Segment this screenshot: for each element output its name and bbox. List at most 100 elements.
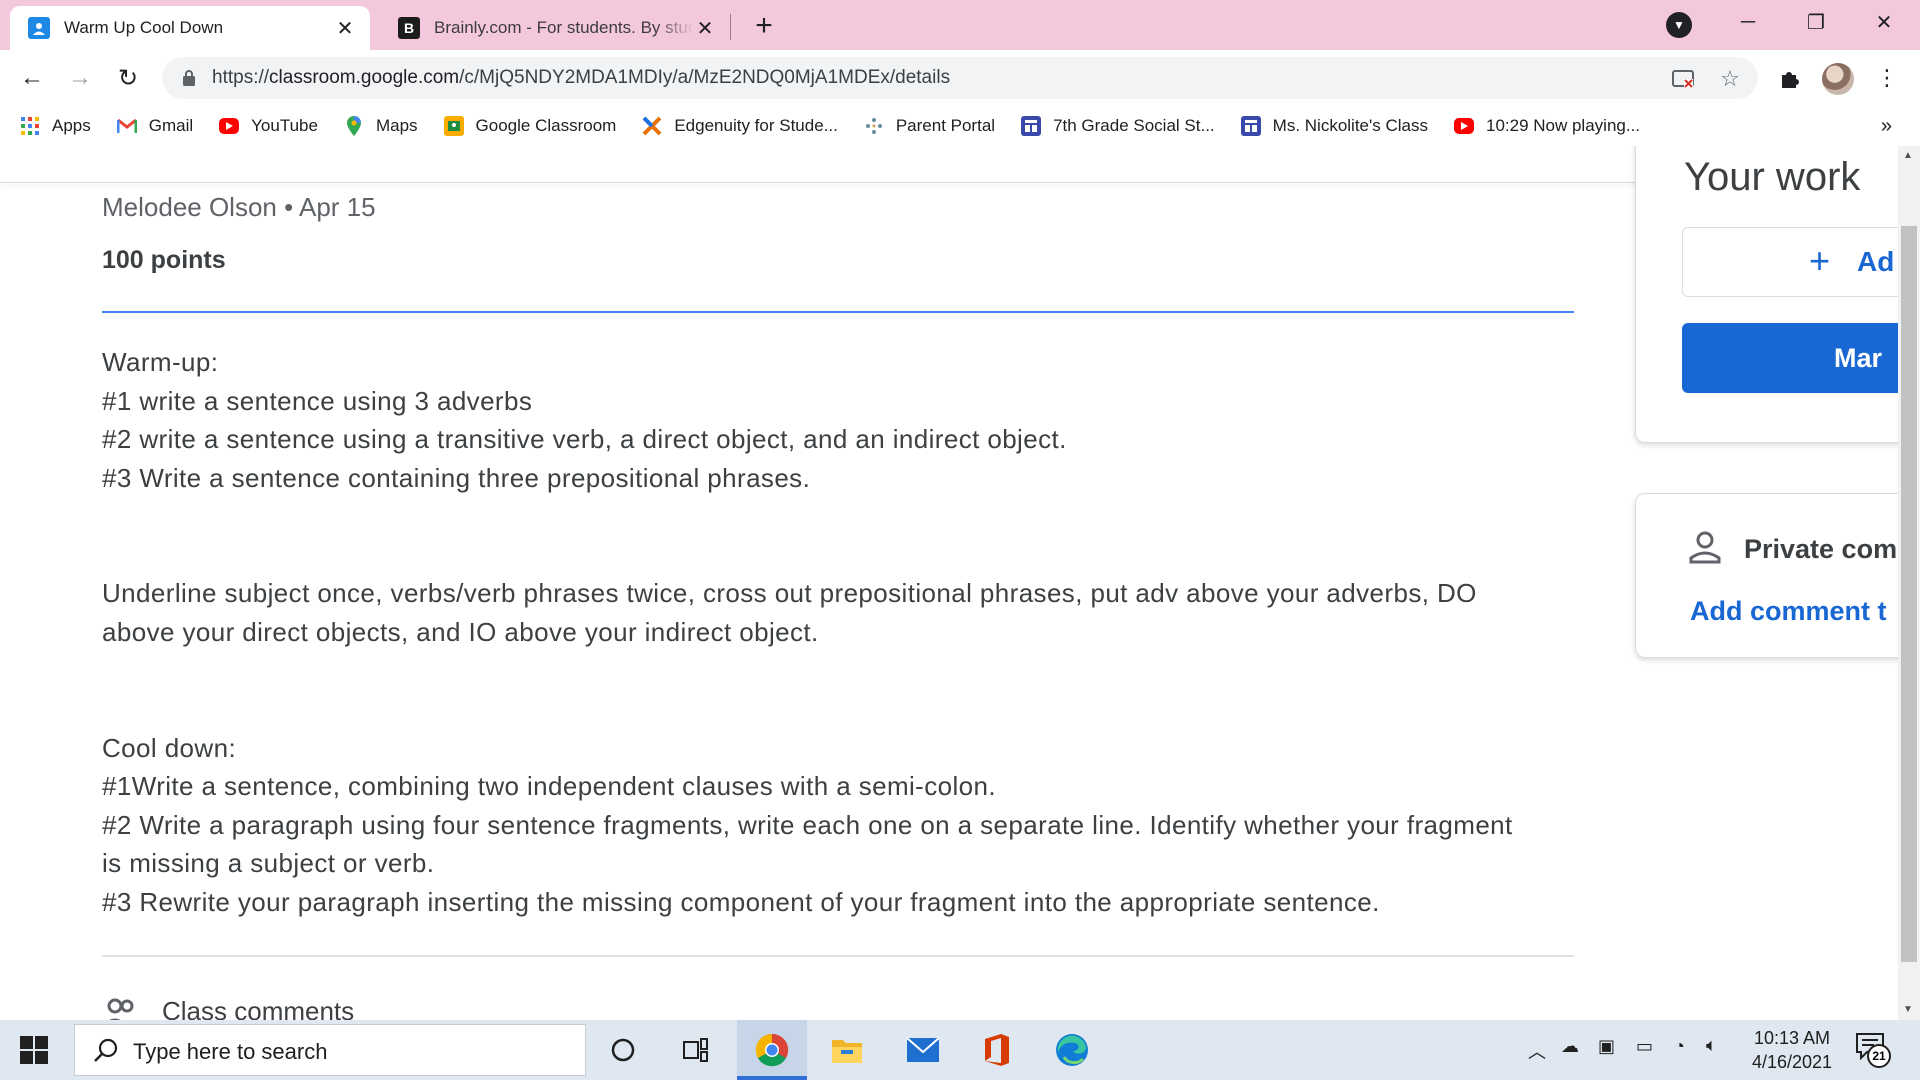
cooldown-heading: Cool down: bbox=[102, 732, 237, 763]
person-icon bbox=[1689, 531, 1721, 564]
class-comments-header[interactable]: Class comments bbox=[102, 996, 354, 1020]
bookmark-apps[interactable]: Apps bbox=[20, 116, 91, 136]
sites-icon bbox=[1021, 116, 1042, 136]
bookmark-label: 10:29 Now playing... bbox=[1485, 116, 1641, 135]
bookmark-star-icon[interactable]: ☆ bbox=[1717, 66, 1743, 92]
url-host: classroom.google.com bbox=[269, 67, 460, 88]
extensions-puzzle-icon[interactable] bbox=[1773, 61, 1807, 95]
tab-title: Brainly.com - For students. By students. bbox=[434, 18, 694, 37]
browser-toolbar: ← → ↻ https://classroom.google.com/c/MjQ… bbox=[0, 50, 1920, 106]
bookmark-google-classroom[interactable]: Google Classroom bbox=[443, 116, 617, 136]
mark-as-done-button[interactable]: Mar bbox=[1682, 323, 1920, 393]
add-private-comment-link[interactable]: Add comment t bbox=[1690, 596, 1887, 627]
people-icon bbox=[107, 998, 134, 1020]
forward-arrow-icon[interactable]: → bbox=[62, 60, 98, 96]
task-view-icon[interactable] bbox=[676, 1030, 716, 1070]
bookmark-label: 7th Grade Social St... bbox=[1053, 116, 1215, 135]
edge-icon[interactable] bbox=[1052, 1030, 1092, 1070]
your-work-title: Your work bbox=[1684, 155, 1861, 199]
assignment-points: 100 points bbox=[102, 246, 226, 274]
bookmark-label: Parent Portal bbox=[895, 116, 996, 135]
header-divider bbox=[102, 311, 1574, 313]
scroll-up-arrow-icon[interactable]: ▲ bbox=[1903, 150, 1913, 161]
windows-start-icon[interactable] bbox=[20, 1036, 48, 1064]
warmup-heading: Warm-up: bbox=[102, 347, 219, 377]
mark-button-label: Mar bbox=[1834, 343, 1883, 373]
add-button-label: Ad bbox=[1857, 246, 1895, 277]
action-center-icon[interactable]: 21 bbox=[1855, 1032, 1891, 1068]
sites-icon bbox=[1240, 116, 1261, 136]
scrollbar-thumb[interactable] bbox=[1901, 226, 1917, 962]
url-path: /c/MjQ5NDY2MDA1MDIy/a/MzE2NDQ0MjA1MDEx/d… bbox=[459, 67, 951, 88]
search-icon bbox=[94, 1038, 118, 1062]
search-placeholder: Type here to search bbox=[133, 1039, 328, 1064]
bookmark-label: Ms. Nickolite's Class bbox=[1272, 116, 1428, 135]
office-icon[interactable] bbox=[977, 1030, 1017, 1070]
youtube-icon bbox=[1453, 118, 1474, 134]
bookmark-edgenuity[interactable]: Edgenuity for Stude... bbox=[642, 116, 838, 136]
your-work-card: Your work + Ad Mar bbox=[1635, 146, 1920, 443]
windows-taskbar: Type here to search ︿ ☁ ▣ ▭ ◔ 🔈︎ 10:13 A… bbox=[0, 1020, 1920, 1080]
bookmark-gmail[interactable]: Gmail bbox=[116, 116, 193, 136]
parent-portal-icon bbox=[864, 116, 884, 136]
tab-separator bbox=[730, 14, 731, 40]
profile-avatar[interactable] bbox=[1822, 63, 1854, 95]
bookmark-youtube[interactable]: YouTube bbox=[219, 116, 318, 136]
close-tab-icon[interactable]: ✕ bbox=[334, 17, 356, 40]
scroll-down-arrow-icon[interactable]: ▼ bbox=[1903, 1004, 1913, 1015]
reload-icon[interactable]: ↻ bbox=[110, 60, 146, 96]
clock-date: 4/16/2021 bbox=[1751, 1052, 1833, 1072]
warmup-item-2: #2 write a sentence using a transitive v… bbox=[102, 424, 1067, 455]
security-center-icon[interactable]: ▣ bbox=[1598, 1036, 1615, 1057]
vertical-scrollbar[interactable]: ▲ ▼ bbox=[1898, 146, 1920, 1020]
notification-count-badge: 21 bbox=[1867, 1044, 1891, 1068]
bookmark-maps[interactable]: Maps bbox=[344, 116, 418, 136]
tab-brainly[interactable]: B Brainly.com - For students. By student… bbox=[380, 6, 730, 50]
tab-warm-up-cool-down[interactable]: Warm Up Cool Down ✕ bbox=[10, 6, 370, 50]
close-tab-icon[interactable]: ✕ bbox=[694, 17, 716, 40]
cortana-circle-icon[interactable] bbox=[603, 1030, 643, 1070]
volume-icon[interactable]: 🔈︎ bbox=[1706, 1035, 1717, 1056]
warmup-item-3: #3 Write a sentence containing three pre… bbox=[102, 462, 811, 493]
bookmark-now-playing[interactable]: 10:29 Now playing... bbox=[1453, 116, 1641, 136]
clock-time: 10:13 AM bbox=[1753, 1028, 1831, 1048]
chrome-icon[interactable] bbox=[752, 1030, 792, 1070]
system-clock[interactable]: 10:13 AM 4/16/2021 bbox=[1722, 1026, 1862, 1074]
bookmark-ms-nickolite[interactable]: Ms. Nickolite's Class bbox=[1240, 116, 1428, 136]
bookmark-parent-portal[interactable]: Parent Portal bbox=[864, 116, 995, 136]
battery-icon[interactable]: ▭ bbox=[1636, 1036, 1653, 1057]
private-comments-card: Private com Add comment t bbox=[1635, 493, 1920, 658]
show-hidden-icons-chevron-icon[interactable]: ︿ bbox=[1528, 1038, 1546, 1064]
back-arrow-icon[interactable]: ← bbox=[14, 60, 50, 96]
address-bar[interactable]: https://classroom.google.com/c/MjQ5NDY2M… bbox=[162, 57, 1758, 99]
bookmark-label: Google Classroom bbox=[475, 116, 617, 135]
bookmarks-bar: Apps Gmail YouTube Maps Google Classroom… bbox=[0, 106, 1920, 146]
bookmark-7th-grade-social-studies[interactable]: 7th Grade Social St... bbox=[1021, 116, 1215, 136]
restore-icon[interactable]: ❐ bbox=[1788, 0, 1844, 44]
bookmark-label: YouTube bbox=[251, 116, 318, 135]
new-tab-plus-icon[interactable]: + bbox=[748, 9, 780, 42]
add-or-create-button[interactable]: + Ad bbox=[1682, 227, 1920, 297]
taskbar-search-box[interactable]: Type here to search bbox=[74, 1024, 586, 1076]
minimize-icon[interactable]: ─ bbox=[1720, 0, 1776, 44]
translate-blocked-icon[interactable] bbox=[1670, 66, 1696, 92]
cooldown-item-1: #1Write a sentence, combining two indepe… bbox=[102, 771, 997, 802]
bookmarks-overflow-chevron-icon[interactable]: » bbox=[1881, 115, 1892, 138]
file-explorer-icon[interactable] bbox=[827, 1030, 867, 1070]
cooldown-item-2a: #2 Write a paragraph using four sentence… bbox=[102, 809, 1513, 840]
browser-tab-strip: Warm Up Cool Down ✕ B Brainly.com - For … bbox=[0, 0, 1920, 50]
description-divider bbox=[102, 955, 1574, 957]
classroom-icon bbox=[443, 116, 464, 136]
wifi-icon[interactable]: ◔ bbox=[1674, 1036, 1685, 1057]
mail-icon[interactable] bbox=[903, 1030, 943, 1070]
gmail-icon bbox=[116, 116, 137, 136]
window-close-icon[interactable]: ✕ bbox=[1856, 0, 1912, 44]
tab-search-chevron-icon[interactable]: ▼ bbox=[1666, 12, 1692, 38]
brainly-favicon-icon: B bbox=[398, 17, 420, 39]
page-header-divider bbox=[0, 182, 1898, 183]
kebab-menu-icon[interactable]: ⋮ bbox=[1870, 61, 1904, 95]
onedrive-cloud-icon[interactable]: ☁ bbox=[1561, 1036, 1579, 1057]
lock-icon bbox=[183, 70, 195, 86]
